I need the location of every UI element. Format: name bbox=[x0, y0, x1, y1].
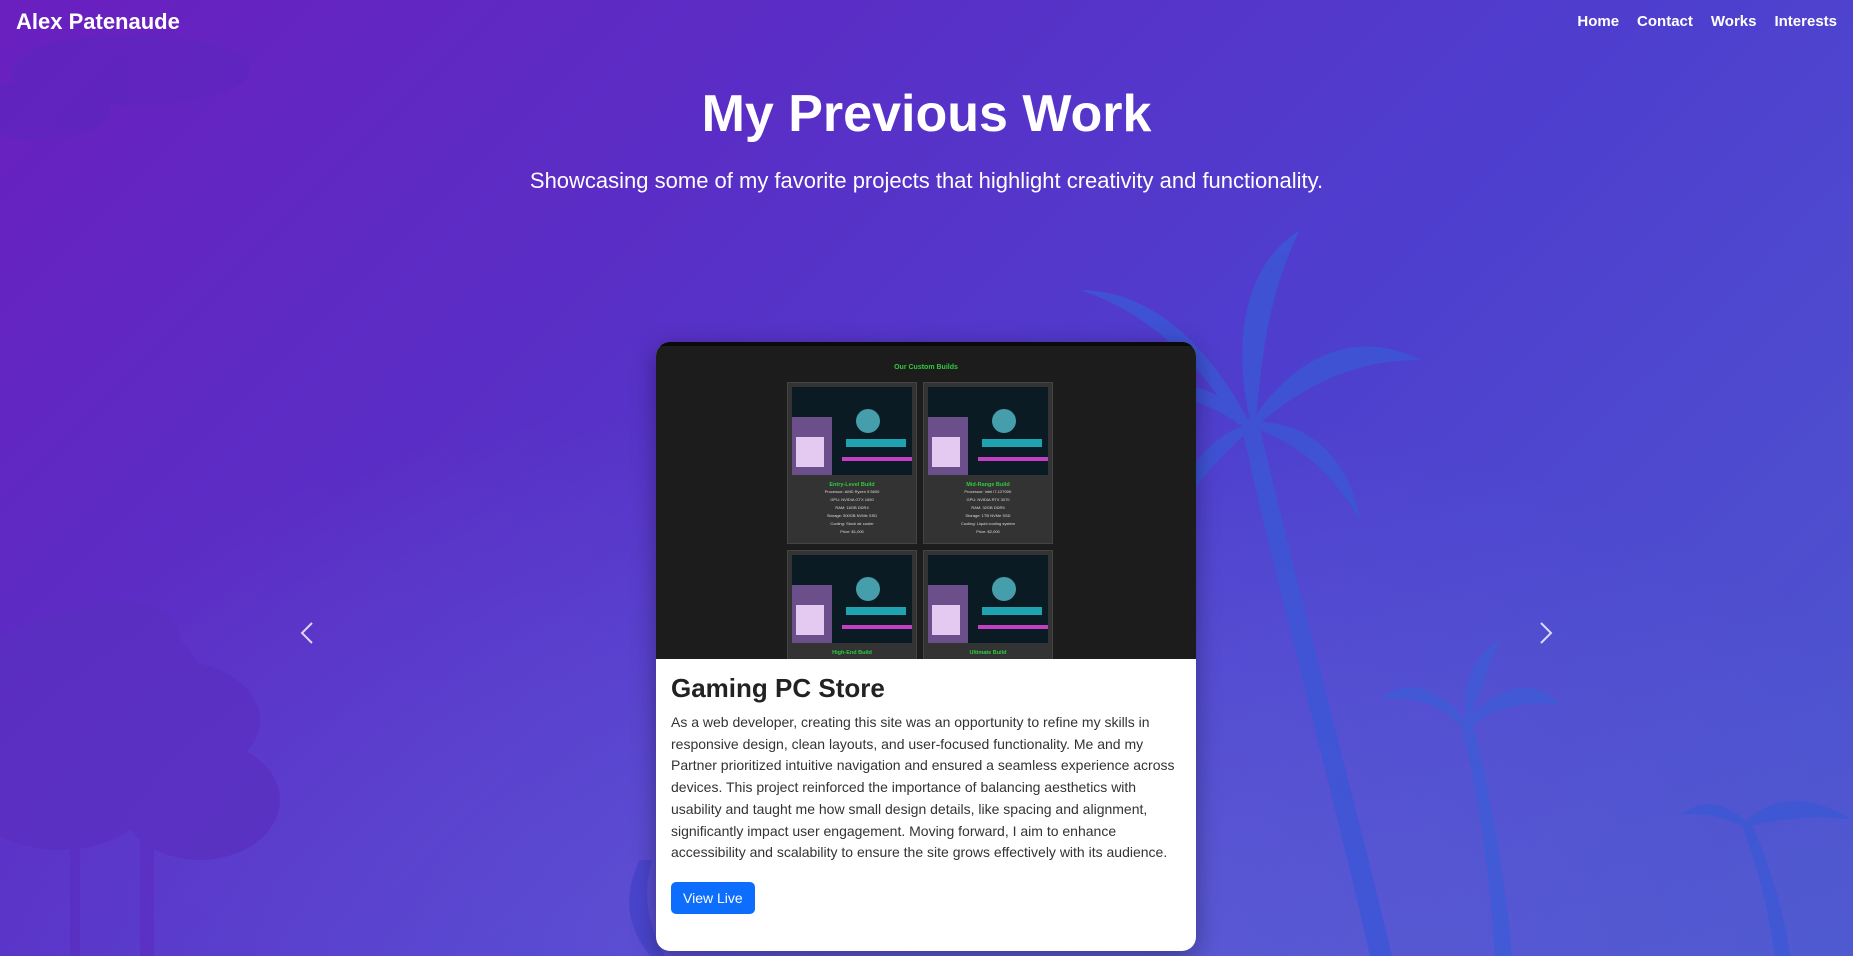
nav-link-interests[interactable]: Interests bbox=[1774, 13, 1837, 30]
nav-link-home[interactable]: Home bbox=[1577, 13, 1619, 30]
build-spec: Cooling: Stock air cooler bbox=[830, 521, 874, 526]
pc-build-photo bbox=[792, 387, 912, 475]
build-name: Ultimate Build bbox=[969, 650, 1007, 656]
build-card: High-End Build bbox=[787, 550, 917, 659]
chevron-left-icon bbox=[300, 622, 313, 644]
page-subtitle: Showcasing some of my favorite projects … bbox=[529, 168, 1324, 193]
build-name: High-End Build bbox=[832, 650, 872, 656]
nav-link-works[interactable]: Works bbox=[1711, 13, 1757, 30]
build-spec: Cooling: Liquid cooling system bbox=[960, 521, 1016, 526]
build-card: Ultimate Build bbox=[923, 550, 1053, 659]
build-spec: GPU: NVIDIA RTX 3070 bbox=[966, 497, 1010, 502]
build-grid: Entry-Level Build Processor: AMD Ryzen 5… bbox=[787, 382, 1053, 659]
screenshot-heading: Our Custom Builds bbox=[894, 364, 958, 371]
build-spec: Processor: AMD Ryzen 5 5600 bbox=[824, 489, 880, 494]
project-description: As a web developer, creating this site w… bbox=[671, 714, 1175, 861]
carousel-next-button[interactable] bbox=[1530, 618, 1560, 648]
brand-name[interactable]: Alex Patenaude bbox=[16, 9, 180, 35]
build-spec: GPU: NVIDIA GTX 1650 bbox=[830, 497, 874, 502]
navbar: Alex Patenaude Home Contact Works Intere… bbox=[0, 0, 1853, 44]
build-card: Entry-Level Build Processor: AMD Ryzen 5… bbox=[787, 382, 917, 544]
carousel-prev-button[interactable] bbox=[293, 618, 323, 648]
nav-links: Home Contact Works Interests bbox=[1577, 13, 1837, 30]
nav-link-contact[interactable]: Contact bbox=[1637, 13, 1693, 30]
project-card: Our Custom Builds Entry-Level Build Proc… bbox=[656, 342, 1196, 951]
pc-build-photo bbox=[792, 555, 912, 643]
view-live-button[interactable]: View Live bbox=[671, 881, 755, 914]
build-spec: RAM: 32GB DDR5 bbox=[971, 505, 1005, 510]
pc-build-photo bbox=[928, 555, 1048, 643]
build-spec: Processor: Intel i7-12700K bbox=[964, 489, 1012, 494]
build-card: Mid-Range Build Processor: Intel i7-1270… bbox=[923, 382, 1053, 544]
build-spec: Price: $1,000 bbox=[840, 529, 864, 534]
build-spec: Storage: 1TB NVMe SSD bbox=[965, 513, 1011, 518]
build-spec: Price: $2,000 bbox=[976, 529, 1000, 534]
project-card-body: Gaming PC Store As a web developer, crea… bbox=[656, 659, 1196, 914]
page-title: My Previous Work bbox=[701, 85, 1152, 143]
build-spec: RAM: 16GB DDR4 bbox=[835, 505, 869, 510]
project-title: Gaming PC Store bbox=[671, 673, 885, 703]
pc-build-photo bbox=[928, 387, 1048, 475]
chevron-right-icon bbox=[1540, 622, 1553, 644]
project-screenshot: Our Custom Builds Entry-Level Build Proc… bbox=[656, 342, 1196, 659]
build-spec: Storage: 500GB NVMe SSD bbox=[826, 513, 878, 518]
